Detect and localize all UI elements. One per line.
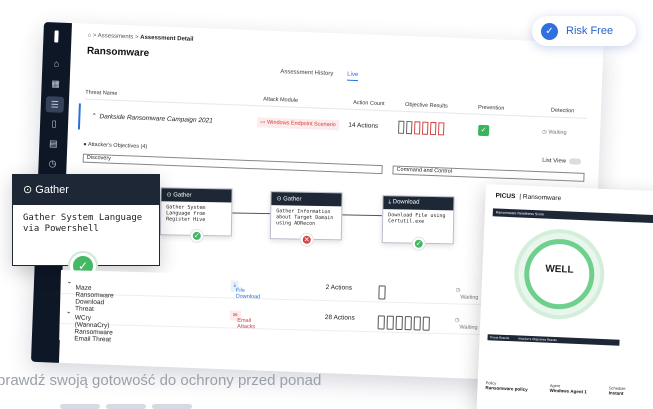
objective-results [397,120,445,136]
col-attack-module: Attack Module [263,96,299,104]
score-bar: Ransomware Readiness Score [492,208,653,224]
node-body: Gather Information about Target Domain u… [275,208,334,227]
action-count: 14 Actions [348,121,379,130]
crumb-sep: > [92,32,97,40]
gather-body: Gather System Language via Powershell [23,213,143,234]
objective-results [377,315,430,331]
gather-card-zoomed[interactable]: ⊙ Gather Gather System Language via Powe… [12,174,160,279]
threat-list-lower: ⌄ Maze Ransomware Download Threat ⤓ File… [59,270,516,352]
objective-results [378,285,386,300]
check-circle-icon: ✓ [541,22,558,40]
grid-icon[interactable]: ▦ [50,78,60,88]
objectives-label[interactable]: ● Attacker's Objectives (4) [83,142,147,150]
action-count: 28 Actions [324,313,355,322]
list-icon[interactable]: ☰ [45,96,65,113]
success-icon: ✓ [412,237,425,250]
threat-name: ⌄ Maze Ransomware Download Threat [66,278,114,313]
action-node[interactable]: ⊙ Gather Gather System Language from Reg… [159,187,233,242]
stage-c2: Command and Control [392,165,585,182]
shield-check-icon: ✓ [477,124,490,137]
gather-header: ⊙ Gather [13,175,159,205]
report-icon[interactable]: ▤ [48,138,58,148]
stage-discovery: Discovery [82,153,383,175]
document-icon[interactable]: ▯ [49,118,59,128]
score-value: WELL [545,263,574,276]
readiness-report: PICUS | Ransomware Ransomware Readiness S… [476,184,653,409]
page-title: Ransomware [86,45,150,60]
schedule-item: Schedule Instant [608,385,626,396]
col-prevention: Prevention [477,104,505,112]
node-header: ⊙ Gather [271,192,342,207]
attack-module-tag: ▭ Windows Endpoint Scenario [257,117,339,131]
crumb-assessments[interactable]: Assessments [98,33,134,40]
attack-module-tag: ⤓ File Download [230,280,260,300]
crumb-current: Assessment Detail [140,34,194,43]
stage: ⌂ ▦ ☰ ▯ ▤ ◷ ⌂ > Assessments > Assessment… [0,0,653,409]
action-node[interactable]: ⤓ Download Download File using Certutil.… [381,195,455,250]
marketing-text-cut [60,396,240,409]
action-flow: ⊙ Gather Gather System Language from Reg… [159,183,480,269]
tab-assessment-history[interactable]: Assessment History [280,69,333,80]
results-table-header: Threat Results Attacker's Objectives Res… [487,334,620,346]
table-row[interactable]: ⌄ WCry (WannaCry) Ransomware Email Threa… [59,300,516,344]
clock-icon[interactable]: ◷ [47,158,57,168]
risk-free-badge: ✓ Risk Free [532,16,636,46]
tab-bar: Assessment History Live [280,69,359,82]
policy-item: Policy Ransomware policy [485,380,528,392]
node-body: Gather System Language from Register Hiv… [166,204,206,223]
logo [54,30,59,43]
attack-module-tag: ✉ Email Attacks [229,310,255,330]
col-objective-results: Objective Results [404,101,448,110]
flow-connector [342,214,383,217]
home-icon[interactable]: ⌂ [51,58,61,68]
breadcrumb: ⌂ > Assessments > Assessment Detail [87,33,193,43]
col-action-count: Action Count [353,99,385,108]
col-threat-name: Threat Name [85,89,118,97]
risk-free-label: Risk Free [566,25,614,37]
threat-name: ⌄ WCry (WannaCry) Ransomware Email Threa… [65,308,113,344]
node-header: ⊙ Gather [161,188,232,203]
success-icon: ✓ [190,229,203,242]
action-count: 2 Actions [325,283,353,292]
crumb-sep: > [134,34,139,41]
threat-name: ⌃ Darkside Ransomware Campaign 2021 [90,112,213,125]
toggle-icon[interactable] [568,158,582,165]
node-body: Download File using Certutil.exe [388,212,446,225]
list-view-toggle[interactable]: List View [542,157,582,165]
report-brand: PICUS | Ransomware [495,192,562,203]
marketing-text: prawdź swoją gotowość do ochrony przed p… [0,372,322,389]
report-footer: Policy Ransomware policy Agent Windows Age… [485,380,625,396]
node-header: ⤓ Download [383,196,454,211]
detection-status: ◷ Waiting [455,287,479,301]
flow-connector [232,212,271,215]
tab-live[interactable]: Live [346,71,359,82]
blocked-icon: ✕ [300,233,313,246]
home-crumb-icon[interactable]: ⌂ [87,33,91,39]
agent-item: Agent Windows Agent 1 [549,382,587,395]
col-detection: Detection [550,107,575,115]
detection-status: ◷ Waiting [542,129,567,137]
action-node[interactable]: ⊙ Gather Gather Information about Target… [269,191,343,246]
detection-status: ◷ Waiting [454,317,478,331]
